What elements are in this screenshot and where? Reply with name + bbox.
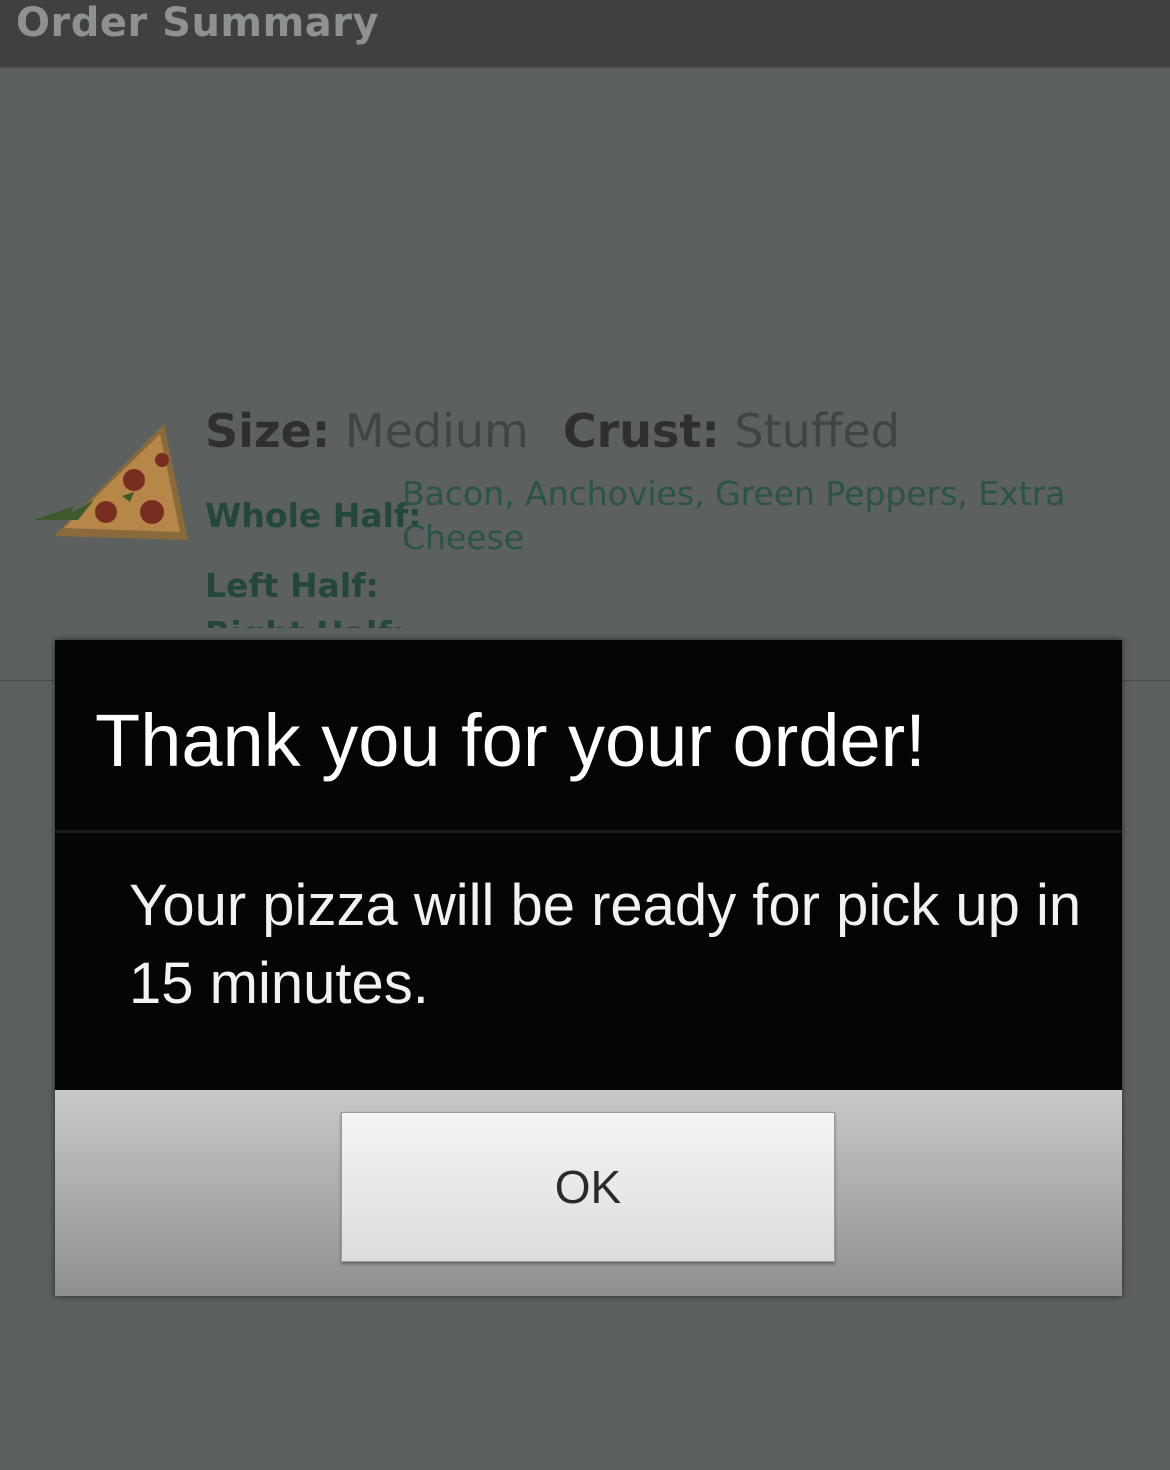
title-bar: Order Summary [0, 0, 1170, 68]
right-half-label: Right Half: [205, 614, 405, 628]
size-label: Size: [205, 404, 331, 458]
app-title: Order Summary [16, 0, 380, 46]
size-value: Medium [344, 404, 529, 458]
dialog-title: Thank you for your order! [95, 699, 926, 782]
order-confirmation-dialog: Thank you for your order! Your pizza wil… [55, 640, 1122, 1296]
ok-button[interactable]: OK [341, 1112, 835, 1262]
dialog-body: Your pizza will be ready for pick up in … [55, 833, 1122, 1090]
whole-half-toppings: Bacon, Anchovies, Green Peppers, Extra C… [402, 474, 1066, 557]
crust-value: Stuffed [734, 404, 901, 458]
dialog-message: Your pizza will be ready for pick up in … [129, 873, 1082, 1016]
left-half-label: Left Half: [205, 566, 379, 605]
crust-label: Crust: [562, 404, 720, 458]
dialog-button-bar: OK [55, 1090, 1122, 1296]
pizza-slice-icon [34, 424, 188, 540]
dialog-header: Thank you for your order! [55, 640, 1122, 833]
whole-half-label: Whole Half: [205, 496, 422, 535]
size-crust-line: Size: Medium Crust: Stuffed [205, 404, 900, 458]
